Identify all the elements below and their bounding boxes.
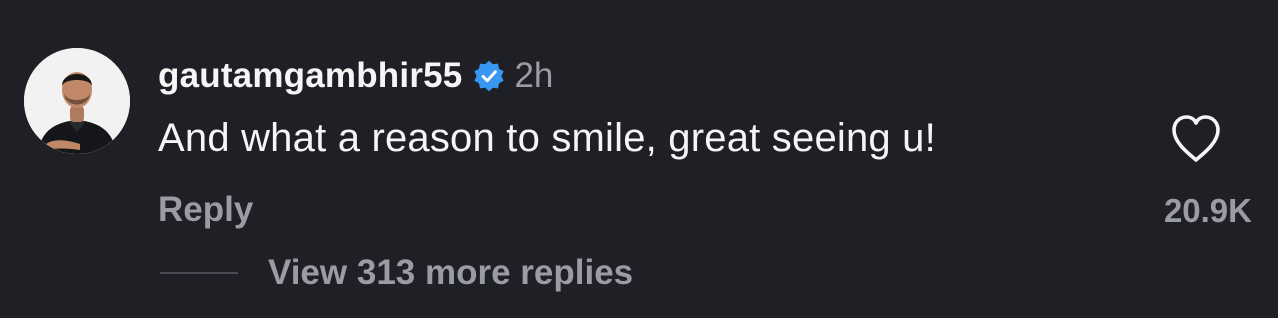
- verified-badge-icon: [472, 59, 506, 93]
- avatar[interactable]: [24, 48, 130, 154]
- view-replies-button[interactable]: View 313 more replies: [160, 250, 633, 296]
- view-replies-label: View 313 more replies: [268, 253, 634, 292]
- username[interactable]: gautamgambhir55: [158, 56, 462, 96]
- replies-divider: [160, 272, 238, 274]
- like-button[interactable]: [1168, 113, 1224, 165]
- comment-text: And what a reason to smile, great seeing…: [158, 116, 936, 160]
- reply-button[interactable]: Reply: [158, 190, 253, 230]
- heart-outline-icon: [1172, 115, 1220, 162]
- like-count: 20.9K: [1163, 192, 1252, 229]
- timestamp: 2h: [514, 56, 554, 95]
- avatar-photo: [24, 48, 130, 154]
- comment-header: gautamgambhir55 2h: [158, 54, 553, 98]
- comment: gautamgambhir55 2h And what a reason to …: [0, 0, 1278, 318]
